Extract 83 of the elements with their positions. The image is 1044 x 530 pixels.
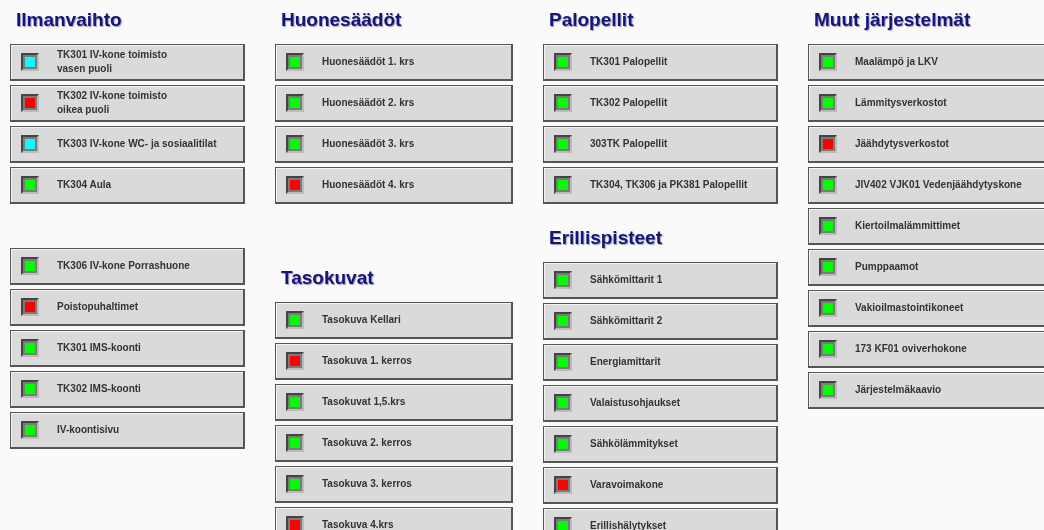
status-lamp-icon: [554, 394, 572, 412]
section-heading: Muut järjestelmät: [814, 8, 972, 32]
status-lamp-icon: [819, 53, 837, 71]
system-button[interactable]: Jäähdytysverkostot: [808, 126, 1044, 163]
system-button[interactable]: TK302 Palopellit: [543, 85, 778, 122]
status-lamp-icon: [21, 94, 39, 112]
status-lamp-icon: [819, 135, 837, 153]
status-lamp-icon: [286, 176, 304, 194]
system-button[interactable]: TK304, TK306 ja PK381 Palopellit: [543, 167, 778, 204]
status-lamp-icon: [554, 435, 572, 453]
system-button[interactable]: Huonesäädöt 2. krs: [275, 85, 513, 122]
system-button[interactable]: Vakioilmastointikoneet: [808, 290, 1044, 327]
status-lamp-icon: [21, 176, 39, 194]
system-button[interactable]: Sähkölämmitykset: [543, 426, 778, 463]
status-lamp-icon: [286, 311, 304, 329]
status-lamp-icon: [554, 312, 572, 330]
section-heading: Tasokuvat: [281, 266, 375, 290]
system-button[interactable]: Valaistusohjaukset: [543, 385, 778, 422]
status-lamp-icon: [819, 94, 837, 112]
system-button[interactable]: 173 KF01 oviverhokone: [808, 331, 1044, 368]
system-button[interactable]: TK304 Aula: [10, 167, 245, 204]
system-button[interactable]: Kiertoilmalämmittimet: [808, 208, 1044, 245]
system-button[interactable]: Energiamittarit: [543, 344, 778, 381]
status-lamp-icon: [554, 53, 572, 71]
system-button[interactable]: Huonesäädöt 3. krs: [275, 126, 513, 163]
system-button[interactable]: Tasokuva 4.krs: [275, 507, 513, 530]
status-lamp-icon: [819, 381, 837, 399]
system-button[interactable]: Järjestelmäkaavio: [808, 372, 1044, 409]
system-button[interactable]: TK302 IMS-koonti: [10, 371, 245, 408]
system-button[interactable]: 303TK Palopellit: [543, 126, 778, 163]
status-lamp-icon: [286, 53, 304, 71]
system-button[interactable]: TK301 Palopellit: [543, 44, 778, 81]
system-button[interactable]: Huonesäädöt 4. krs: [275, 167, 513, 204]
status-lamp-icon: [819, 258, 837, 276]
system-button[interactable]: Tasokuva 2. kerros: [275, 425, 513, 462]
status-lamp-icon: [21, 421, 39, 439]
section-heading: Erillispisteet: [549, 226, 663, 250]
system-button[interactable]: TK301 IMS-koonti: [10, 330, 245, 367]
system-button[interactable]: Tasokuva Kellari: [275, 302, 513, 339]
status-lamp-icon: [286, 434, 304, 452]
status-lamp-icon: [819, 176, 837, 194]
system-button[interactable]: IV-koontisivu: [10, 412, 245, 449]
system-button[interactable]: Lämmitysverkostot: [808, 85, 1044, 122]
status-lamp-icon: [21, 380, 39, 398]
status-lamp-icon: [286, 94, 304, 112]
system-button[interactable]: Sähkömittarit 2: [543, 303, 778, 340]
status-lamp-icon: [554, 94, 572, 112]
status-lamp-icon: [554, 353, 572, 371]
status-lamp-icon: [286, 352, 304, 370]
status-lamp-icon: [554, 271, 572, 289]
status-lamp-icon: [21, 339, 39, 357]
system-button[interactable]: Tasokuva 1. kerros: [275, 343, 513, 380]
system-button[interactable]: Sähkömittarit 1: [543, 262, 778, 299]
status-lamp-icon: [21, 53, 39, 71]
status-lamp-icon: [554, 476, 572, 494]
status-lamp-icon: [286, 393, 304, 411]
system-button[interactable]: Maalämpö ja LKV: [808, 44, 1044, 81]
status-lamp-icon: [286, 516, 304, 530]
status-lamp-icon: [819, 217, 837, 235]
status-lamp-icon: [21, 298, 39, 316]
status-lamp-icon: [554, 176, 572, 194]
status-lamp-icon: [21, 135, 39, 153]
system-button[interactable]: Varavoimakone: [543, 467, 778, 504]
system-button[interactable]: Pumppaamot: [808, 249, 1044, 286]
system-button[interactable]: Poistopuhaltimet: [10, 289, 245, 326]
status-lamp-icon: [554, 517, 572, 530]
status-lamp-icon: [554, 135, 572, 153]
system-button[interactable]: TK306 IV-kone Porrashuone: [10, 248, 245, 285]
status-lamp-icon: [21, 257, 39, 275]
status-lamp-icon: [286, 475, 304, 493]
system-button[interactable]: TK301 IV-kone toimisto vasen puoli: [10, 44, 245, 81]
system-button[interactable]: Tasokuvat 1,5.krs: [275, 384, 513, 421]
system-button[interactable]: TK302 IV-kone toimisto oikea puoli: [10, 85, 245, 122]
system-button[interactable]: Tasokuva 3. kerros: [275, 466, 513, 503]
status-lamp-icon: [819, 299, 837, 317]
status-lamp-icon: [819, 340, 837, 358]
section-heading: Ilmanvaihto: [16, 8, 123, 32]
system-button[interactable]: Huonesäädöt 1. krs: [275, 44, 513, 81]
status-lamp-icon: [286, 135, 304, 153]
section-heading: Huonesäädöt: [281, 8, 403, 32]
section-heading: Palopellit: [549, 8, 635, 32]
system-button[interactable]: JIV402 VJK01 Vedenjäähdytyskone: [808, 167, 1044, 204]
system-button[interactable]: TK303 IV-kone WC- ja sosiaalitilat: [10, 126, 245, 163]
